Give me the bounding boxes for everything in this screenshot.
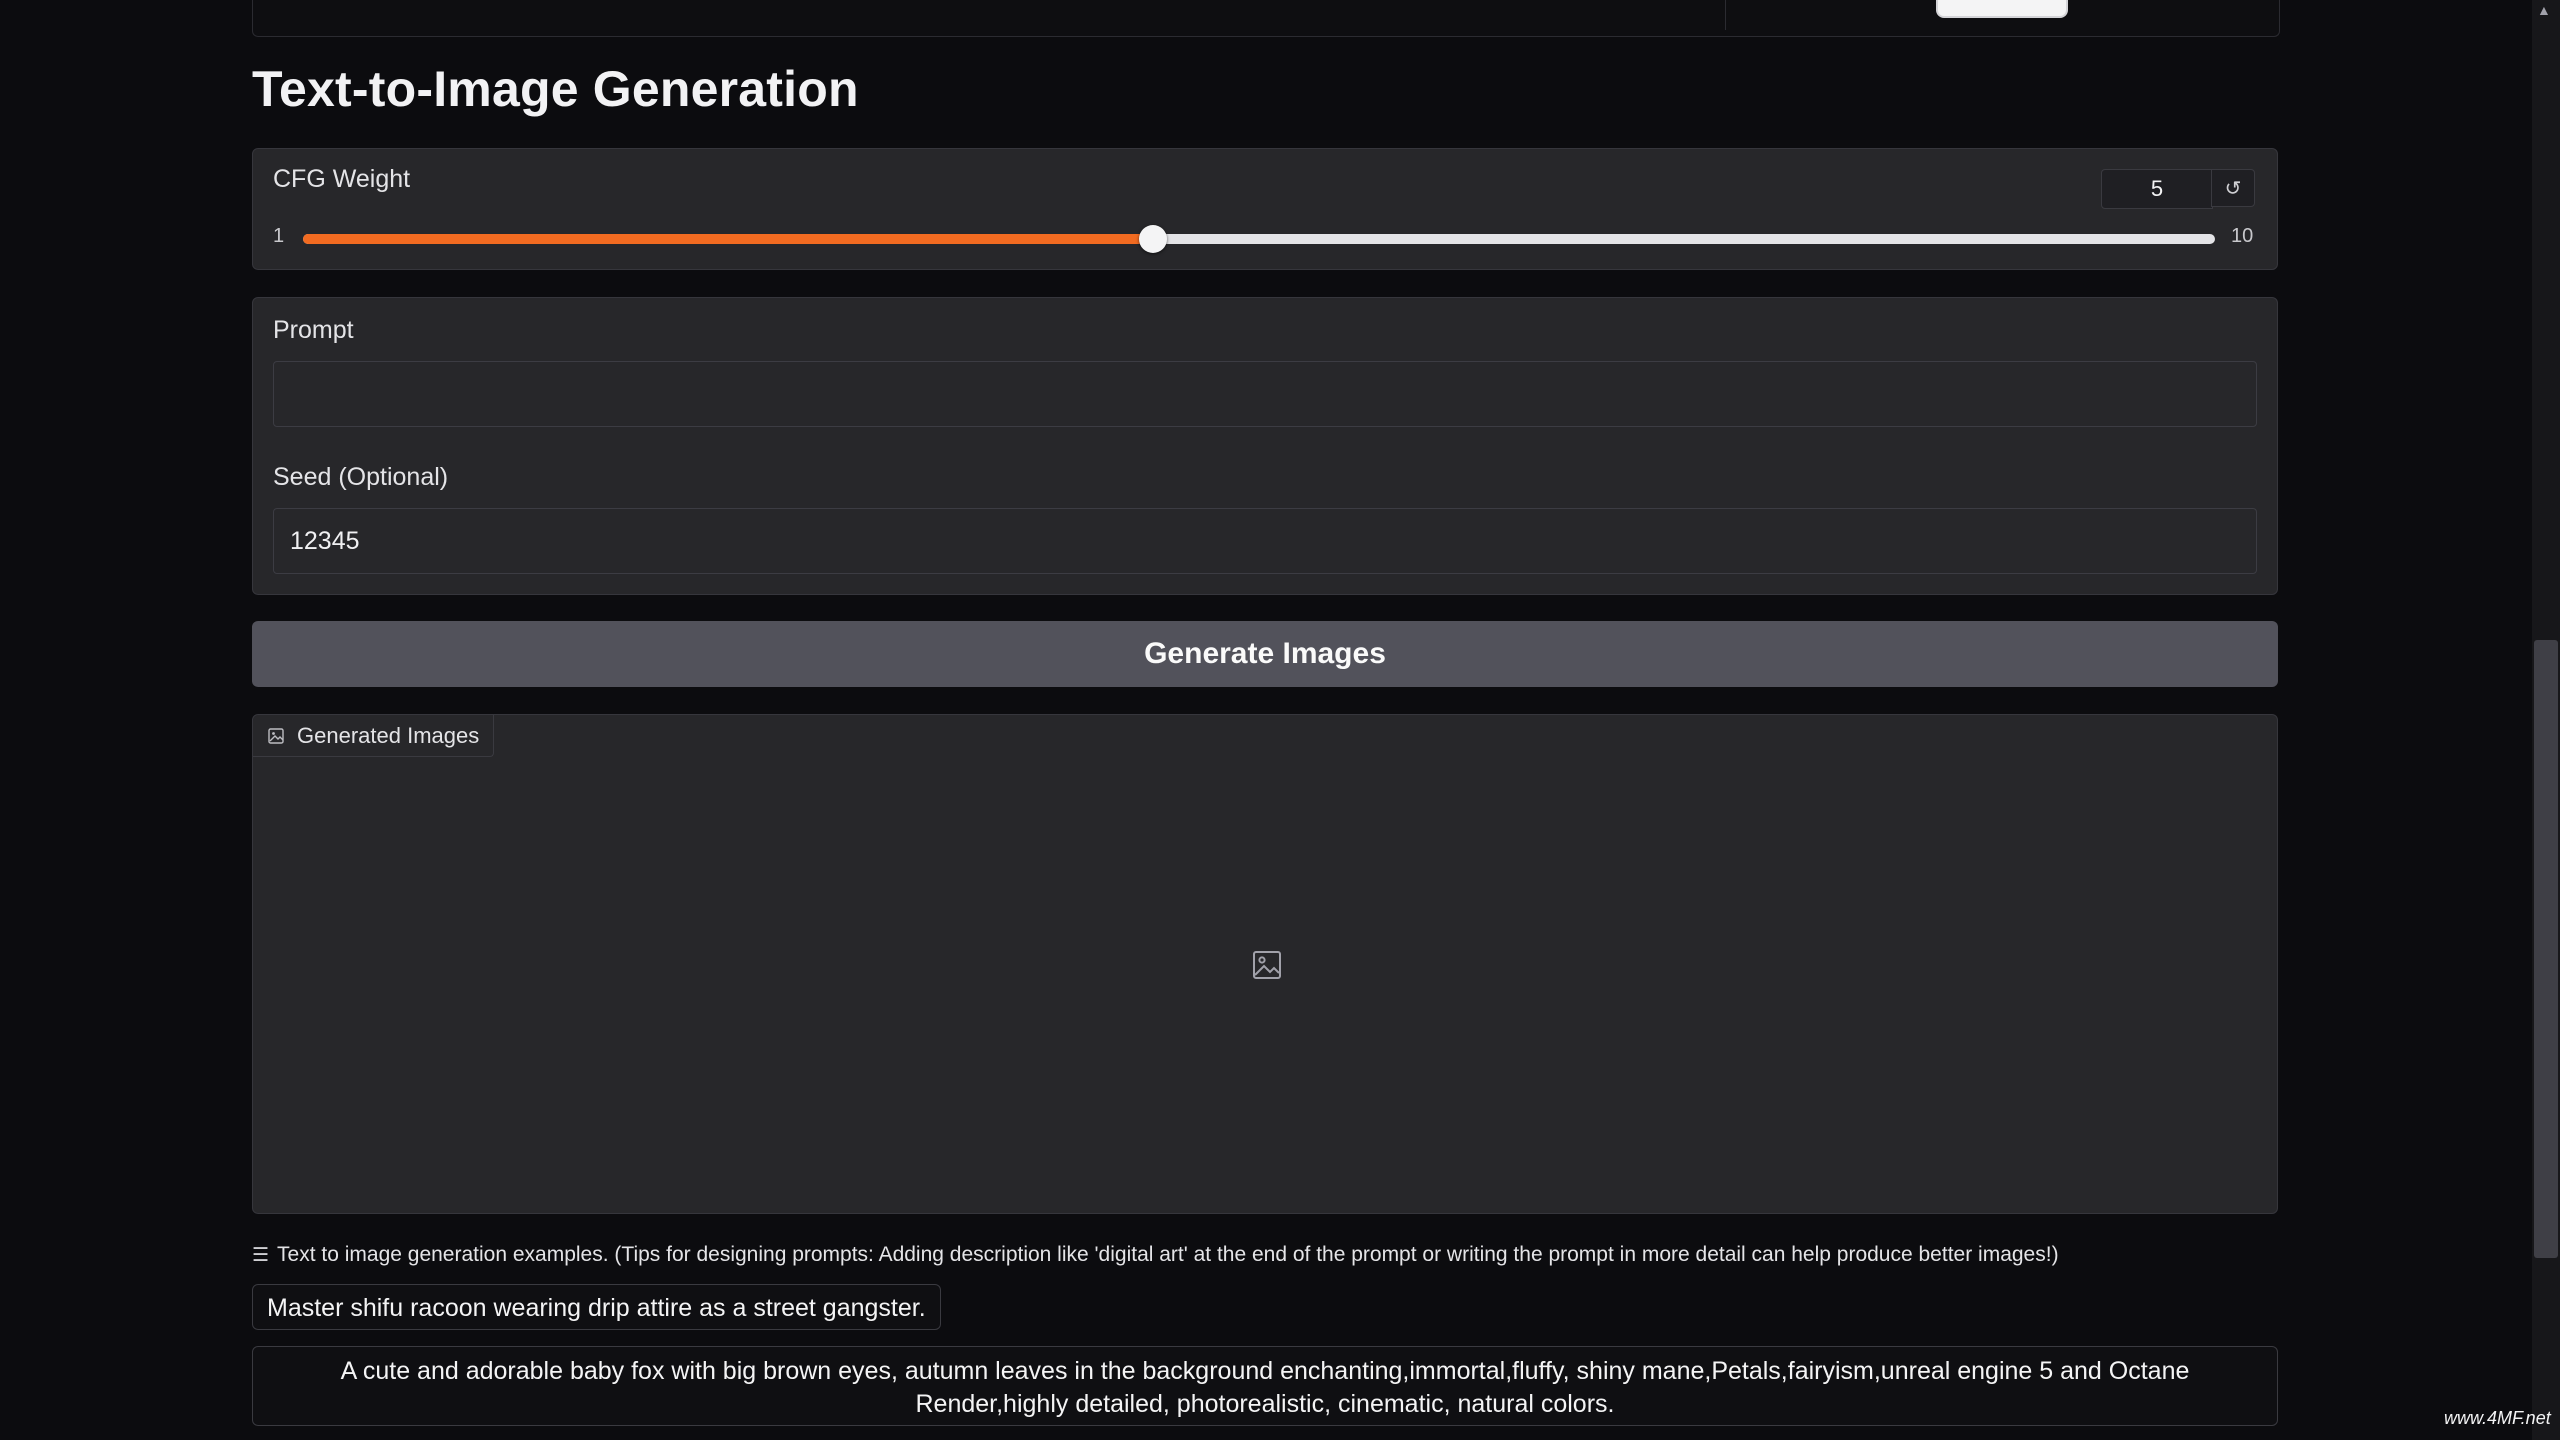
generated-images-gallery: Generated Images bbox=[252, 714, 2278, 1214]
prompt-input[interactable] bbox=[273, 361, 2257, 427]
cfg-slider-max: 10 bbox=[2231, 225, 2254, 247]
page: Text-to-Image Generation CFG Weight 5 ↺ … bbox=[0, 0, 2560, 1440]
panel-divider bbox=[1725, 0, 1726, 30]
example-item[interactable]: Master shifu racoon wearing drip attire … bbox=[252, 1284, 941, 1330]
cfg-reset-button[interactable]: ↺ bbox=[2211, 169, 2255, 207]
previous-section-button[interactable] bbox=[1936, 0, 2068, 18]
examples-header-text: Text to image generation examples. (Tips… bbox=[277, 1243, 2059, 1266]
gallery-label-tab: Generated Images bbox=[253, 715, 495, 757]
seed-label: Seed (Optional) bbox=[273, 463, 449, 491]
watermark: www.4MF.net bbox=[2444, 1408, 2551, 1428]
cfg-slider-fill bbox=[303, 234, 1153, 244]
reset-icon: ↺ bbox=[2224, 178, 2242, 200]
cfg-weight-panel: CFG Weight 5 ↺ 1 10 bbox=[252, 148, 2278, 270]
cfg-slider-min: 1 bbox=[273, 225, 285, 247]
previous-section-panel bbox=[252, 0, 2280, 37]
cfg-weight-number-input[interactable]: 5 bbox=[2101, 169, 2213, 209]
cfg-slider-thumb[interactable] bbox=[1138, 225, 1167, 253]
prompt-label: Prompt bbox=[273, 316, 354, 344]
cfg-weight-label: CFG Weight bbox=[273, 165, 411, 193]
list-icon: ☰ bbox=[252, 1244, 270, 1266]
empty-image-icon bbox=[1253, 951, 1281, 979]
scrollbar-thumb[interactable] bbox=[2534, 640, 2558, 1258]
examples-header: ☰ Text to image generation examples. (Ti… bbox=[252, 1243, 2059, 1267]
image-icon bbox=[268, 727, 284, 744]
cfg-weight-slider[interactable] bbox=[303, 225, 2215, 253]
gallery-label: Generated Images bbox=[297, 722, 480, 748]
prompt-seed-panel: Prompt Seed (Optional) bbox=[252, 297, 2278, 595]
seed-input[interactable] bbox=[273, 508, 2257, 574]
page-title: Text-to-Image Generation bbox=[252, 61, 859, 117]
generate-images-button[interactable]: Generate Images bbox=[252, 621, 2278, 687]
example-item[interactable]: A cute and adorable baby fox with big br… bbox=[252, 1346, 2278, 1426]
scroll-up-arrow-icon[interactable]: ▲ bbox=[2537, 2, 2551, 18]
